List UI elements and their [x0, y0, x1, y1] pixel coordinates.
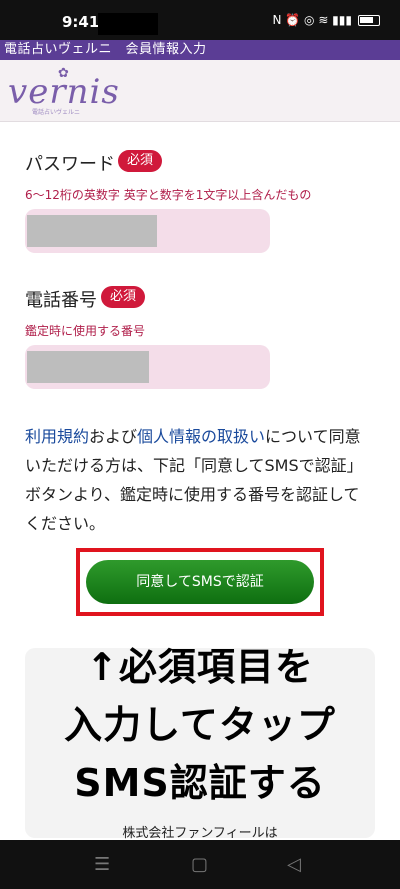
consent-connector: および — [89, 427, 138, 446]
footer-company-text: 株式会社ファンフィールは — [122, 826, 278, 841]
status-icons: N ⏰ ◎ ≋ ▮▮▮ — [272, 13, 380, 27]
terms-link[interactable]: 利用規約 — [25, 427, 89, 446]
privacy-link[interactable]: 個人情報の取扱い — [137, 427, 265, 446]
status-icon-set: N ⏰ ◎ ≋ ▮▮▮ — [272, 13, 352, 27]
back-icon[interactable]: ◁ — [287, 854, 301, 875]
phone-input[interactable] — [25, 345, 270, 389]
agree-sms-auth-button[interactable]: 同意してSMSで認証 — [86, 560, 314, 604]
status-bar: 9:41 N ⏰ ◎ ≋ ▮▮▮ — [0, 0, 400, 40]
password-hint: 6〜12桁の英数字 英字と数字を1文字以上含んだもの — [25, 188, 312, 202]
status-time: 9:41 — [62, 13, 100, 31]
password-input[interactable] — [25, 209, 270, 253]
phone-required-badge: 必須 — [101, 286, 146, 308]
password-masked-value — [27, 215, 157, 247]
phone-hint: 鑑定時に使用する番号 — [25, 324, 146, 338]
logo[interactable]: vernis — [8, 72, 120, 112]
annotation-line-1: ↑必須項目を — [86, 645, 314, 689]
annotation-line-3: SMS認証する — [74, 761, 326, 805]
app-title-bar: 電話占いヴェルニ 会員情報入力 — [0, 40, 400, 60]
system-nav-bar: ☰ ▢ ◁ — [0, 840, 400, 889]
redaction-block — [98, 13, 158, 35]
phone-masked-value — [27, 351, 149, 383]
consent-text: 利用規約および個人情報の取扱いについて同意いただける方は、下記「同意してSMSで… — [25, 422, 375, 538]
home-icon[interactable]: ▢ — [191, 854, 208, 875]
phone-label: 電話番号 — [25, 290, 97, 311]
battery-icon — [358, 14, 380, 26]
password-required-badge: 必須 — [118, 150, 163, 172]
annotation-line-2: 入力してタップ — [64, 703, 336, 747]
password-label: パスワード — [25, 154, 115, 175]
site-header: ✿ vernis 電話占いヴェルニ — [0, 60, 400, 122]
menu-icon[interactable]: ☰ — [94, 854, 110, 875]
logo-subtitle: 電話占いヴェルニ — [32, 109, 81, 116]
